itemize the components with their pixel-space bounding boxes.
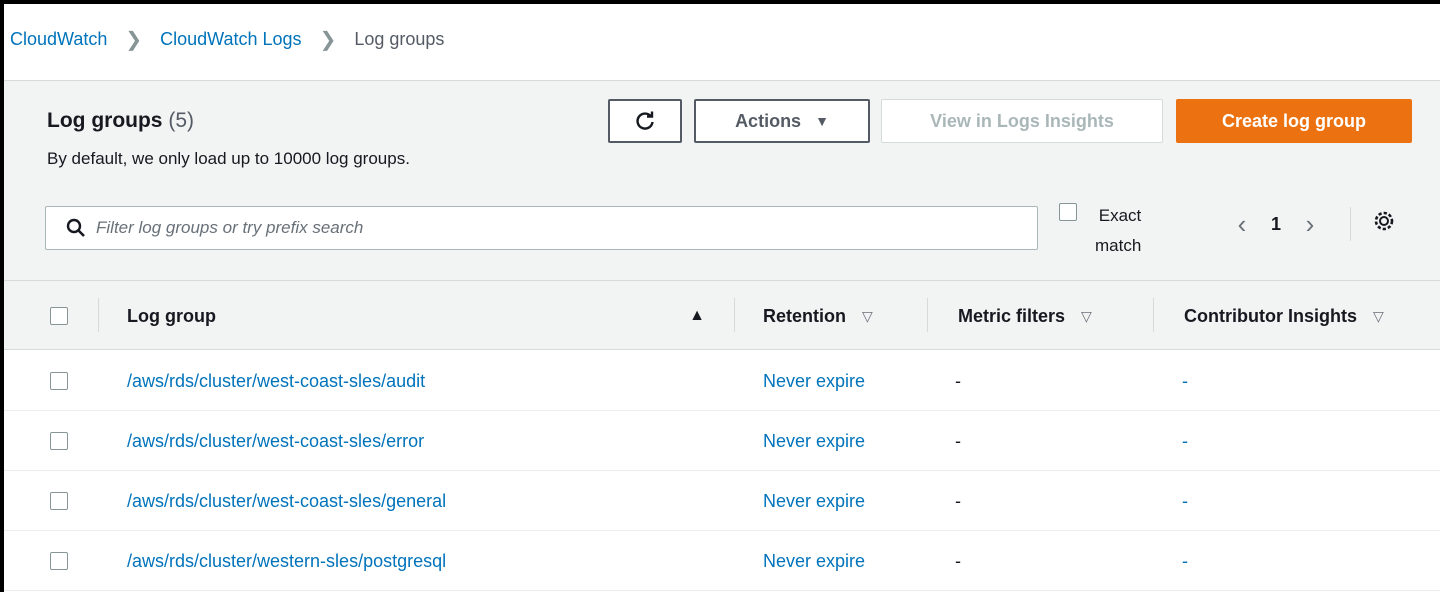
log-group-link[interactable]: /aws/rds/cluster/western-sles/postgresql [127, 531, 446, 591]
log-group-count: (5) [168, 109, 194, 132]
breadcrumb-cloudwatch[interactable]: CloudWatch [10, 29, 107, 50]
sort-icon: ▽ [862, 307, 873, 324]
sort-icon: ▽ [1372, 307, 1384, 324]
table-row: /aws/rds/cluster/west-coast-sles/general… [4, 471, 1440, 531]
panel-header: Log groups (5) By default, we only load … [4, 80, 1440, 280]
sort-ascending-icon: ▲ [689, 307, 705, 324]
log-group-link[interactable]: /aws/rds/cluster/west-coast-sles/error [127, 411, 424, 471]
contributor-insights-link[interactable]: - [1182, 411, 1188, 471]
actions-dropdown-button[interactable]: Actions ▼ [694, 99, 870, 143]
next-page-button[interactable]: › [1292, 209, 1328, 240]
sort-icon: ▽ [1081, 307, 1092, 324]
window-frame-top [0, 0, 1440, 4]
chevron-right-icon: ❯ [125, 28, 143, 51]
column-header-contributor-insights[interactable]: Contributor Insights ▽ [1154, 281, 1440, 351]
retention-link[interactable]: Never expire [763, 531, 865, 591]
breadcrumb: CloudWatch ❯ CloudWatch Logs ❯ Log group… [10, 24, 444, 54]
table-row: /aws/rds/cluster/west-coast-sles/error N… [4, 411, 1440, 471]
metric-filters-value: - [955, 370, 961, 391]
table-header: Log group ▲ Retention ▽ Metric filters ▽… [4, 280, 1440, 350]
row-checkbox[interactable] [50, 432, 68, 450]
column-header-log-group[interactable]: Log group ▲ [99, 281, 735, 351]
breadcrumb-cloudwatch-logs[interactable]: CloudWatch Logs [160, 29, 301, 50]
search-icon [56, 218, 96, 238]
table-row: /aws/rds/cluster/western-sles/postgresql… [4, 531, 1440, 591]
retention-link[interactable]: Never expire [763, 471, 865, 531]
select-all-header [4, 281, 99, 351]
page-title-text: Log groups [47, 109, 163, 132]
exact-match-checkbox[interactable] [1059, 203, 1077, 221]
contributor-insights-link[interactable]: - [1182, 471, 1188, 531]
actions-label: Actions [735, 110, 802, 131]
column-header-metric-filters[interactable]: Metric filters ▽ [928, 281, 1154, 351]
create-log-group-button[interactable]: Create log group [1176, 99, 1412, 143]
select-all-checkbox[interactable] [50, 307, 68, 325]
breadcrumb-current: Log groups [354, 28, 445, 49]
filter-log-groups-input[interactable] [96, 218, 996, 238]
retention-link[interactable]: Never expire [763, 351, 865, 411]
page-description: By default, we only load up to 10000 log… [47, 149, 410, 168]
log-groups-panel: Log groups (5) By default, we only load … [4, 80, 1440, 592]
chevron-right-icon: ❯ [319, 28, 337, 51]
current-page-number[interactable]: 1 [1260, 214, 1292, 235]
settings-gear-icon[interactable] [1373, 210, 1395, 238]
exact-match-toggle[interactable]: Exact match [1059, 201, 1141, 261]
contributor-insights-link[interactable]: - [1182, 531, 1188, 591]
view-in-logs-insights-button[interactable]: View in Logs Insights [881, 99, 1163, 143]
refresh-icon [636, 111, 654, 130]
row-checkbox[interactable] [50, 372, 68, 390]
retention-link[interactable]: Never expire [763, 411, 865, 471]
exact-match-label: Exact match [1095, 206, 1142, 255]
column-header-retention[interactable]: Retention ▽ [735, 281, 928, 351]
caret-down-icon: ▼ [815, 113, 829, 129]
previous-page-button[interactable]: ‹ [1224, 209, 1260, 240]
log-group-link[interactable]: /aws/rds/cluster/west-coast-sles/general [127, 471, 446, 531]
table-row: /aws/rds/cluster/west-coast-sles/audit N… [4, 351, 1440, 411]
pagination: ‹ 1 › [1224, 206, 1395, 242]
metric-filters-value: - [955, 550, 961, 571]
refresh-button[interactable] [608, 99, 682, 143]
page-title: Log groups (5) [47, 109, 194, 133]
row-checkbox[interactable] [50, 492, 68, 510]
contributor-insights-link[interactable]: - [1182, 351, 1188, 411]
metric-filters-value: - [955, 430, 961, 451]
row-checkbox[interactable] [50, 552, 68, 570]
metric-filters-value: - [955, 490, 961, 511]
log-groups-container: Log groups (5) By default, we only load … [4, 80, 1440, 592]
log-group-link[interactable]: /aws/rds/cluster/west-coast-sles/audit [127, 351, 425, 411]
pagination-divider [1350, 207, 1351, 241]
filter-search-box[interactable] [45, 206, 1038, 250]
